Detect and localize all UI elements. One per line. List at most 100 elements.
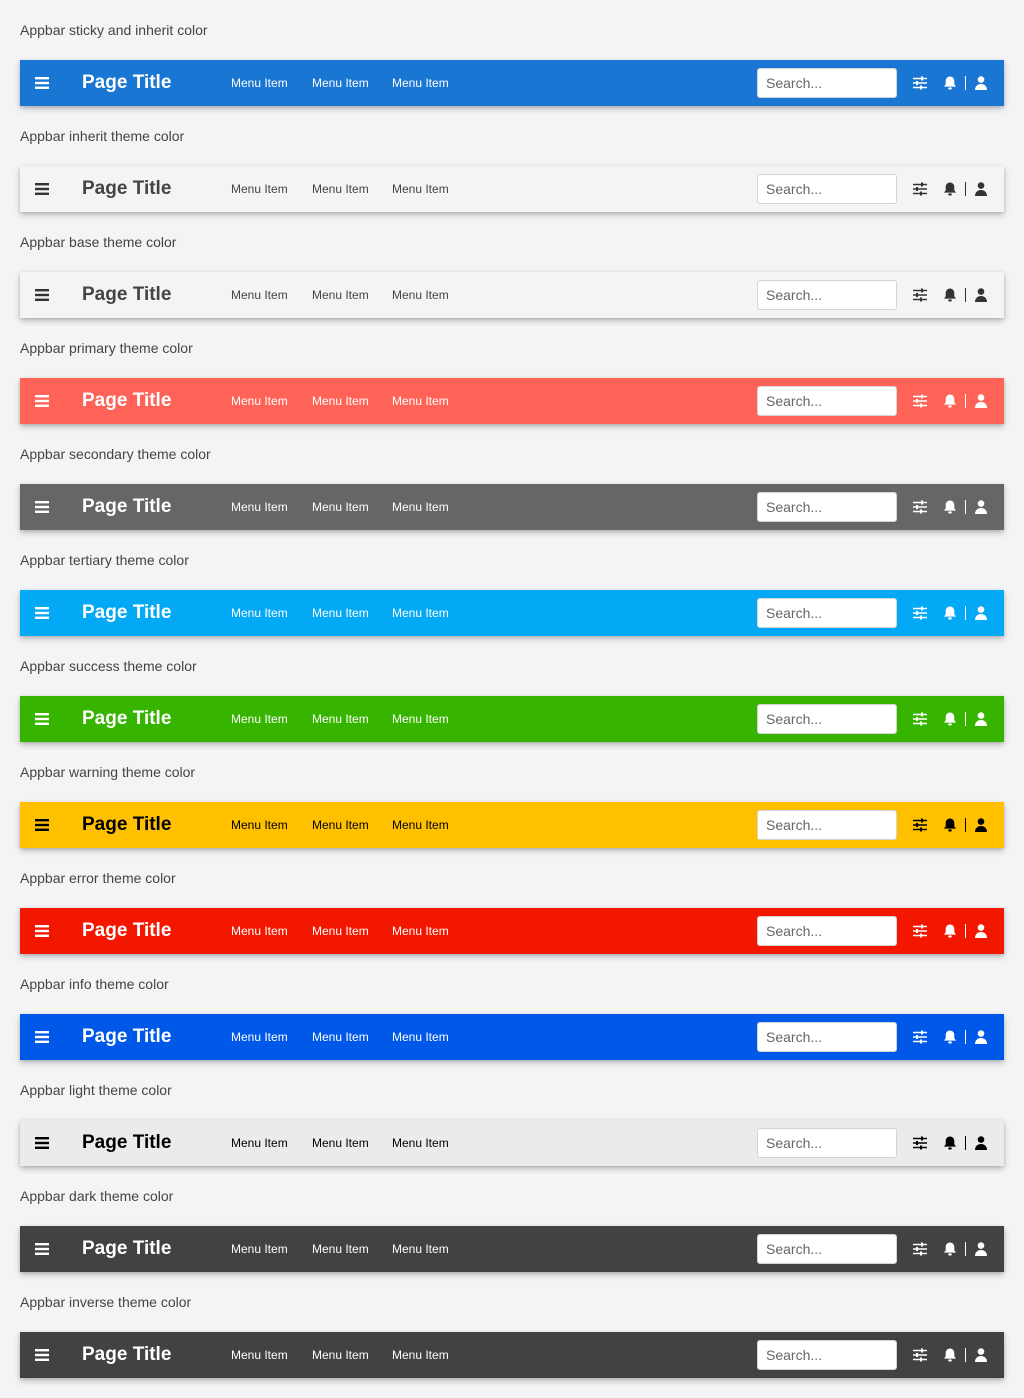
menu-icon[interactable]: [32, 921, 52, 941]
menu-item-1[interactable]: Menu Item: [231, 924, 288, 938]
menu-item-3[interactable]: Menu Item: [392, 606, 449, 620]
menu-item-2[interactable]: Menu Item: [312, 1136, 369, 1150]
menu-item-3[interactable]: Menu Item: [392, 76, 449, 90]
bell-icon[interactable]: [942, 75, 958, 91]
user-icon[interactable]: [973, 287, 989, 303]
menu-item-1[interactable]: Menu Item: [231, 818, 288, 832]
menu-item-2[interactable]: Menu Item: [312, 606, 369, 620]
menu-icon[interactable]: [32, 1027, 52, 1047]
menu-item-2[interactable]: Menu Item: [312, 500, 369, 514]
user-icon[interactable]: [973, 499, 989, 515]
search-input[interactable]: [757, 1022, 897, 1052]
menu-item-3[interactable]: Menu Item: [392, 924, 449, 938]
tune-icon[interactable]: [912, 75, 928, 91]
menu-icon[interactable]: [32, 285, 52, 305]
user-icon[interactable]: [973, 923, 989, 939]
search-input[interactable]: [757, 174, 897, 204]
search-input[interactable]: [757, 598, 897, 628]
tune-icon[interactable]: [912, 181, 928, 197]
menu-item-3[interactable]: Menu Item: [392, 394, 449, 408]
menu-item-3[interactable]: Menu Item: [392, 500, 449, 514]
user-icon[interactable]: [973, 181, 989, 197]
menu-item-3[interactable]: Menu Item: [392, 712, 449, 726]
menu-icon[interactable]: [32, 815, 52, 835]
user-icon[interactable]: [973, 1241, 989, 1257]
user-icon[interactable]: [973, 1135, 989, 1151]
menu-item-2[interactable]: Menu Item: [312, 1242, 369, 1256]
menu-item-3[interactable]: Menu Item: [392, 1242, 449, 1256]
menu-item-1[interactable]: Menu Item: [231, 1136, 288, 1150]
search-input[interactable]: [757, 280, 897, 310]
tune-icon[interactable]: [912, 1241, 928, 1257]
bell-icon[interactable]: [942, 605, 958, 621]
bell-icon[interactable]: [942, 499, 958, 515]
search-input[interactable]: [757, 1234, 897, 1264]
bell-icon[interactable]: [942, 1347, 958, 1363]
menu-item-2[interactable]: Menu Item: [312, 182, 369, 196]
menu-icon[interactable]: [32, 391, 52, 411]
user-icon[interactable]: [973, 817, 989, 833]
bell-icon[interactable]: [942, 923, 958, 939]
search-input[interactable]: [757, 1340, 897, 1370]
menu-icon[interactable]: [32, 73, 52, 93]
user-icon[interactable]: [973, 711, 989, 727]
search-input[interactable]: [757, 68, 897, 98]
menu-icon[interactable]: [32, 709, 52, 729]
menu-item-2[interactable]: Menu Item: [312, 712, 369, 726]
search-input[interactable]: [757, 492, 897, 522]
menu-item-1[interactable]: Menu Item: [231, 182, 288, 196]
menu-item-1[interactable]: Menu Item: [231, 500, 288, 514]
tune-icon[interactable]: [912, 499, 928, 515]
menu-item-2[interactable]: Menu Item: [312, 76, 369, 90]
menu-item-3[interactable]: Menu Item: [392, 1030, 449, 1044]
search-input[interactable]: [757, 810, 897, 840]
menu-item-3[interactable]: Menu Item: [392, 182, 449, 196]
menu-item-2[interactable]: Menu Item: [312, 1348, 369, 1362]
menu-item-3[interactable]: Menu Item: [392, 1348, 449, 1362]
menu-item-2[interactable]: Menu Item: [312, 288, 369, 302]
tune-icon[interactable]: [912, 817, 928, 833]
user-icon[interactable]: [973, 605, 989, 621]
tune-icon[interactable]: [912, 287, 928, 303]
user-icon[interactable]: [973, 1029, 989, 1045]
menu-item-2[interactable]: Menu Item: [312, 1030, 369, 1044]
menu-item-3[interactable]: Menu Item: [392, 288, 449, 302]
bell-icon[interactable]: [942, 1029, 958, 1045]
menu-icon[interactable]: [32, 1345, 52, 1365]
menu-item-1[interactable]: Menu Item: [231, 1242, 288, 1256]
user-icon[interactable]: [973, 1347, 989, 1363]
bell-icon[interactable]: [942, 287, 958, 303]
search-input[interactable]: [757, 704, 897, 734]
search-input[interactable]: [757, 386, 897, 416]
menu-item-2[interactable]: Menu Item: [312, 924, 369, 938]
bell-icon[interactable]: [942, 393, 958, 409]
menu-icon[interactable]: [32, 179, 52, 199]
menu-item-1[interactable]: Menu Item: [231, 1030, 288, 1044]
menu-item-3[interactable]: Menu Item: [392, 818, 449, 832]
menu-item-2[interactable]: Menu Item: [312, 818, 369, 832]
menu-icon[interactable]: [32, 497, 52, 517]
bell-icon[interactable]: [942, 181, 958, 197]
bell-icon[interactable]: [942, 1241, 958, 1257]
menu-item-1[interactable]: Menu Item: [231, 1348, 288, 1362]
menu-icon[interactable]: [32, 1133, 52, 1153]
tune-icon[interactable]: [912, 1029, 928, 1045]
user-icon[interactable]: [973, 75, 989, 91]
menu-item-1[interactable]: Menu Item: [231, 76, 288, 90]
menu-item-1[interactable]: Menu Item: [231, 288, 288, 302]
menu-icon[interactable]: [32, 1239, 52, 1259]
tune-icon[interactable]: [912, 1135, 928, 1151]
bell-icon[interactable]: [942, 817, 958, 833]
bell-icon[interactable]: [942, 1135, 958, 1151]
tune-icon[interactable]: [912, 605, 928, 621]
search-input[interactable]: [757, 916, 897, 946]
search-input[interactable]: [757, 1128, 897, 1158]
tune-icon[interactable]: [912, 1347, 928, 1363]
menu-item-2[interactable]: Menu Item: [312, 394, 369, 408]
user-icon[interactable]: [973, 393, 989, 409]
bell-icon[interactable]: [942, 711, 958, 727]
tune-icon[interactable]: [912, 393, 928, 409]
tune-icon[interactable]: [912, 923, 928, 939]
menu-item-1[interactable]: Menu Item: [231, 394, 288, 408]
menu-icon[interactable]: [32, 603, 52, 623]
